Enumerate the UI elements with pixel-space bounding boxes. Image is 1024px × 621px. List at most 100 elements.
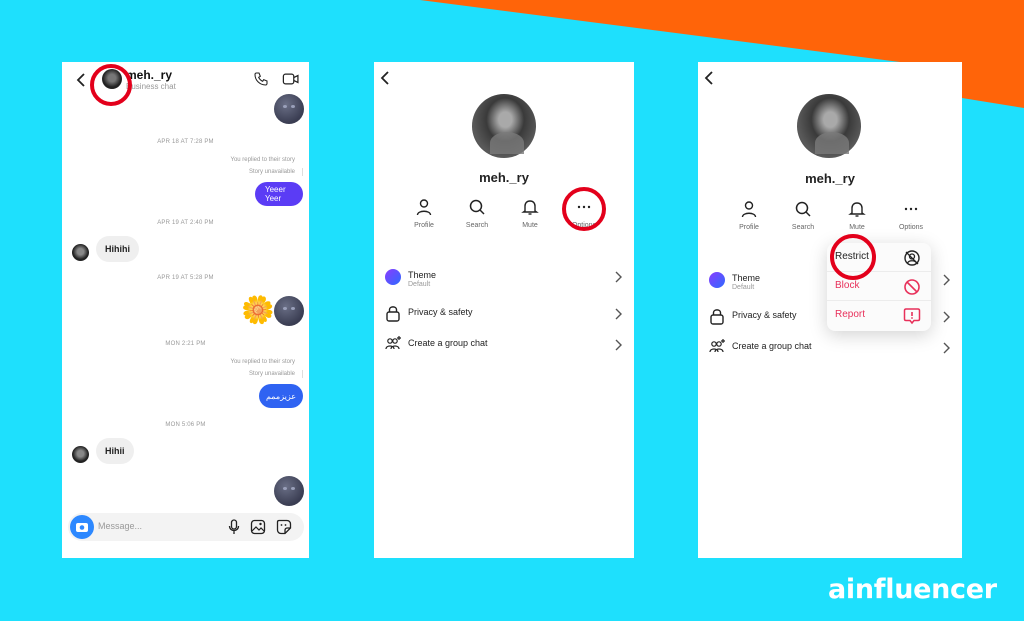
chevron-right-icon — [614, 338, 622, 356]
gallery-button[interactable] — [250, 519, 266, 540]
microphone-button[interactable] — [228, 519, 240, 540]
chevron-right-icon — [614, 307, 622, 325]
message-bubble-in[interactable]: Hihihi — [96, 236, 139, 262]
back-icon — [380, 71, 389, 85]
sticker-icon — [276, 519, 292, 535]
action-label: Mute — [522, 222, 538, 229]
menu-item-report[interactable]: Report — [827, 301, 931, 330]
row-label: Create a group chat — [732, 341, 812, 351]
theme-color-icon — [709, 272, 725, 288]
story-bar — [302, 370, 303, 378]
contact-avatar[interactable] — [72, 446, 89, 463]
row-sublabel: Default — [732, 284, 755, 291]
action-label: Profile — [414, 222, 434, 229]
theme-color-icon — [385, 269, 401, 285]
profile-avatar[interactable] — [472, 94, 536, 158]
options-action[interactable]: Options — [886, 200, 936, 231]
video-call-button[interactable] — [282, 71, 300, 92]
lock-icon — [385, 304, 401, 327]
row-label: Theme — [732, 273, 761, 283]
message-composer[interactable]: Message... — [68, 513, 304, 541]
microphone-icon — [228, 519, 240, 534]
row-label: Privacy & safety — [732, 310, 797, 320]
message-input[interactable]: Message... — [98, 521, 142, 531]
mute-action[interactable]: Mute — [832, 200, 882, 231]
search-action[interactable]: Search — [778, 200, 828, 231]
sunflower-emoji: 🌼 — [241, 295, 275, 325]
video-camera-icon — [282, 73, 299, 85]
search-icon — [469, 199, 485, 215]
action-label: Profile — [739, 224, 759, 231]
highlight-circle — [90, 64, 132, 106]
more-dots-icon — [904, 207, 918, 211]
action-label: Mute — [849, 224, 865, 231]
back-icon — [76, 73, 85, 87]
gallery-icon — [250, 519, 266, 535]
bell-icon — [848, 202, 866, 217]
story-unavailable: Story unavailable — [248, 371, 295, 377]
moon-emoji — [274, 476, 304, 506]
back-icon — [704, 71, 713, 85]
timestamp: MON 5:06 PM — [165, 422, 206, 428]
timestamp: MON 2:21 PM — [165, 341, 206, 347]
settings-row-group-chat[interactable]: Create a group chat — [698, 336, 962, 360]
message-bubble-out[interactable]: عزیزممم — [259, 384, 303, 408]
story-bar — [302, 168, 303, 176]
row-label: Create a group chat — [408, 338, 488, 348]
phone-button[interactable] — [253, 71, 269, 92]
chat-username[interactable]: meh._ry — [126, 68, 172, 82]
row-label: Privacy & safety — [408, 307, 473, 317]
block-icon — [903, 278, 921, 301]
lock-icon — [709, 307, 725, 330]
menu-item-label: Block — [835, 280, 860, 291]
story-reply-note: You replied to their story — [230, 157, 295, 163]
chat-subtitle: Business chat — [126, 82, 176, 91]
chat-details-screen: meh._ry Profile Search Mute Options Them… — [374, 62, 634, 558]
profile-username: meh._ry — [479, 170, 529, 185]
chat-screen: meh._ry Business chat APR 18 AT 7:28 PM … — [62, 62, 309, 558]
moon-emoji — [274, 94, 304, 124]
person-icon — [741, 201, 757, 218]
search-icon — [795, 201, 811, 217]
profile-action[interactable]: Profile — [724, 200, 774, 231]
camera-button[interactable] — [70, 515, 94, 539]
highlight-circle — [562, 187, 606, 231]
back-button[interactable] — [704, 70, 714, 86]
settings-row-theme[interactable]: Theme Default — [374, 267, 634, 291]
ainfluencer-logo: ainfluencer — [828, 574, 997, 605]
settings-row-group-chat[interactable]: Create a group chat — [374, 333, 634, 357]
message-bubble-in[interactable]: Hihii — [96, 438, 134, 464]
phone-icon — [254, 72, 268, 86]
add-group-icon — [709, 338, 727, 359]
camera-icon — [76, 523, 88, 532]
action-label: Options — [898, 224, 924, 231]
back-button[interactable] — [76, 72, 86, 88]
profile-avatar[interactable] — [797, 94, 861, 158]
chevron-right-icon — [942, 273, 950, 291]
restrict-icon — [903, 249, 921, 272]
bell-icon — [521, 200, 539, 215]
settings-row-privacy[interactable]: Privacy & safety — [374, 302, 634, 326]
story-unavailable: Story unavailable — [248, 169, 295, 175]
add-group-icon — [385, 335, 403, 356]
message-bubble-out[interactable]: Yeeer Yeer — [255, 182, 303, 206]
story-reply-note: You replied to their story — [230, 359, 295, 365]
chevron-right-icon — [942, 341, 950, 359]
mute-action[interactable]: Mute — [505, 198, 555, 229]
search-action[interactable]: Search — [452, 198, 502, 229]
row-sublabel: Default — [408, 281, 431, 288]
highlight-circle — [830, 234, 876, 280]
person-icon — [416, 199, 432, 216]
sticker-button[interactable] — [276, 519, 292, 540]
contact-avatar[interactable] — [72, 244, 89, 261]
row-label: Theme — [408, 270, 437, 280]
menu-item-label: Report — [835, 309, 866, 320]
chevron-right-icon — [614, 270, 622, 288]
back-button[interactable] — [380, 70, 390, 86]
action-label: Search — [791, 224, 815, 231]
report-icon — [903, 307, 921, 330]
chevron-right-icon — [942, 310, 950, 328]
profile-action[interactable]: Profile — [399, 198, 449, 229]
timestamp: APR 19 AT 2:40 PM — [157, 220, 214, 226]
timestamp: APR 18 AT 7:28 PM — [157, 139, 214, 145]
